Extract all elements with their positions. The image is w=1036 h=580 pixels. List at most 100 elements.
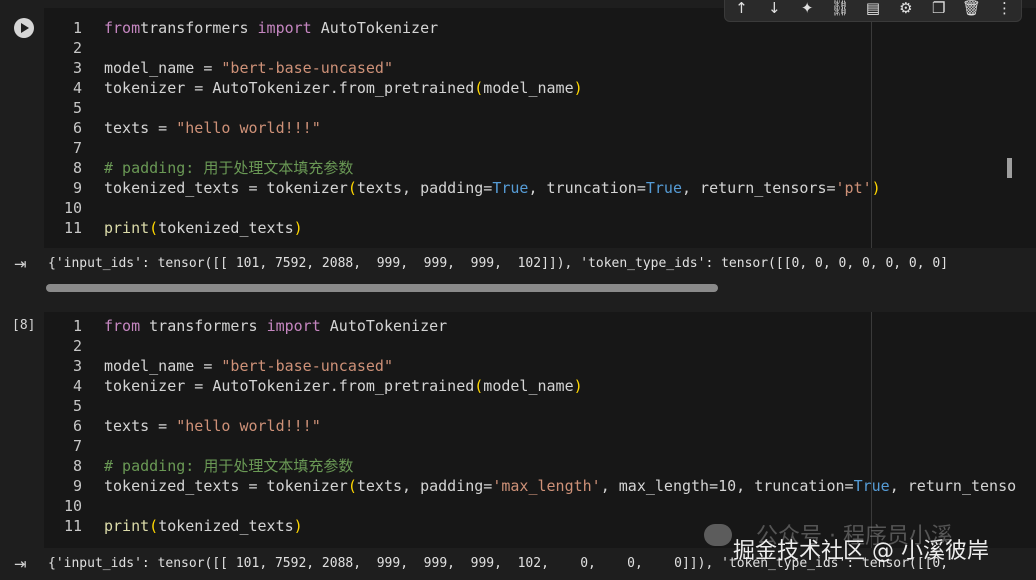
comment-icon[interactable]: ▤ (862, 0, 884, 17)
code-token: True (492, 179, 529, 197)
line-number: 7 (72, 437, 82, 455)
code-token: , truncation= (528, 179, 646, 197)
code-token: texts = (104, 119, 177, 137)
more-vert-icon[interactable]: ⋮ (993, 0, 1015, 17)
code-token: model_name = (104, 357, 222, 375)
code-token: model_name (483, 377, 574, 395)
watermark-text: 掘金技术社区 @ 小溪彼岸 (733, 539, 989, 564)
arrow-up-icon[interactable]: ↑ (730, 0, 752, 17)
line-number: 5 (72, 397, 82, 415)
code-editor[interactable]: 1 fromtransformers import AutoTokenizer 2 3… (44, 8, 1036, 248)
code-token: True (645, 179, 682, 197)
code-token: "hello world!!!" (176, 417, 321, 435)
line-number: 8 (72, 159, 82, 177)
code-token: ( (149, 219, 159, 237)
code-cell-2[interactable]: [8] 1 from transformers import AutoTokeni… (0, 312, 1036, 550)
code-token: ( (347, 477, 357, 495)
cell-toolbar: ↑ ↓ ✦ ⛓ ▤ ⚙ ❐ 🗑 ⋮ (724, 0, 1022, 22)
ruler-line (871, 8, 872, 248)
output-horizontal-scrollbar[interactable] (46, 284, 718, 292)
code-token: model_name = (104, 59, 222, 77)
code-text: tokenizer = AutoTokenizer.from_pretraine… (104, 376, 583, 396)
code-editor[interactable]: 1 from transformers import AutoTokenizer 2… (44, 312, 1036, 550)
code-text: print(tokenized_texts) (104, 516, 303, 536)
code-token: model_name (483, 79, 574, 97)
code-token: texts, padding= (356, 179, 493, 197)
line-number: 11 (63, 219, 82, 237)
code-token: tokenized_texts = tokenizer (104, 477, 348, 495)
line-number: 6 (72, 119, 82, 137)
code-token: transformers (140, 19, 258, 37)
line-number: 9 (72, 179, 82, 197)
code-text: tokenizer = AutoTokenizer.from_pretraine… (104, 78, 583, 98)
code-text: tokenized_texts = tokenizer(texts, paddi… (104, 476, 1016, 496)
line-number: 3 (72, 357, 82, 375)
line-number: 5 (72, 99, 82, 117)
code-text: print(tokenized_texts) (104, 218, 303, 238)
code-token: , max_length=10, truncation= (600, 477, 854, 495)
code-token: from (104, 19, 141, 37)
code-cell-1[interactable]: 1 fromtransformers import AutoTokenizer 2 3… (0, 0, 1036, 248)
code-token: 'pt' (835, 179, 872, 197)
trash-icon[interactable]: 🗑 (961, 0, 983, 17)
code-token: ( (347, 179, 357, 197)
code-token: AutoTokenizer (311, 19, 439, 37)
line-number: 6 (72, 417, 82, 435)
line-number: 11 (63, 517, 82, 535)
output-options-icon[interactable]: ⇥ (14, 248, 27, 280)
code-token: ( (149, 517, 159, 535)
code-token: texts = (104, 417, 177, 435)
line-number: 1 (72, 317, 82, 335)
line-number: 9 (72, 477, 82, 495)
line-number: 8 (72, 457, 82, 475)
gear-icon[interactable]: ⚙ (895, 0, 917, 17)
cell-gutter: [8] (0, 312, 44, 550)
code-text: model_name = "bert-base-uncased" (104, 58, 393, 78)
code-text: fromtransformers import AutoTokenizer (104, 18, 438, 38)
code-token: "bert-base-uncased" (221, 357, 393, 375)
editor-scrollbar[interactable] (1007, 158, 1012, 178)
code-text: # padding: 用于处理文本填充参数 (104, 456, 353, 476)
cell-gutter (0, 0, 44, 248)
run-cell-button[interactable] (14, 18, 34, 38)
sparkle-icon[interactable]: ✦ (796, 0, 818, 17)
line-number: 2 (72, 39, 82, 57)
code-token: from (104, 317, 141, 335)
code-token: "hello world!!!" (176, 119, 321, 137)
code-token: print (104, 219, 150, 237)
code-token: tokenized_texts (158, 517, 294, 535)
code-token: ) (293, 219, 303, 237)
output-options-icon[interactable]: ⇥ (14, 548, 27, 580)
mirror-cell-icon[interactable]: ❐ (928, 0, 950, 17)
code-token: transformers (140, 317, 267, 335)
code-token: ) (573, 377, 583, 395)
line-number: 3 (72, 59, 82, 77)
cell-output-1: ⇥ {'input_ids': tensor([[ 101, 7592, 208… (0, 248, 1036, 280)
wechat-logo-icon (704, 524, 732, 546)
code-token: texts, padding= (356, 477, 493, 495)
code-token: True (853, 477, 890, 495)
code-token: 'max_length' (492, 477, 601, 495)
code-token: ( (474, 377, 484, 395)
code-token: # padding: 用于处理文本填充参数 (104, 457, 354, 475)
code-token: ) (573, 79, 583, 97)
arrow-down-icon[interactable]: ↓ (763, 0, 785, 17)
line-number: 4 (72, 79, 82, 97)
link-icon[interactable]: ⛓ (829, 0, 851, 17)
code-token: import (266, 317, 321, 335)
output-text: {'input_ids': tensor([[ 101, 7592, 2088,… (48, 256, 949, 271)
line-number: 4 (72, 377, 82, 395)
line-number: 10 (63, 199, 82, 217)
code-token: tokenizer = AutoTokenizer.from_pretraine… (104, 79, 475, 97)
line-number: 2 (72, 337, 82, 355)
code-token: "bert-base-uncased" (221, 59, 393, 77)
code-token: import (257, 19, 312, 37)
code-text: texts = "hello world!!!" (104, 118, 321, 138)
code-text: texts = "hello world!!!" (104, 416, 321, 436)
code-token: AutoTokenizer (320, 317, 448, 335)
code-text: # padding: 用于处理文本填充参数 (104, 158, 353, 178)
code-text: model_name = "bert-base-uncased" (104, 356, 393, 376)
line-number: 10 (63, 497, 82, 515)
line-number: 7 (72, 139, 82, 157)
code-token: print (104, 517, 150, 535)
